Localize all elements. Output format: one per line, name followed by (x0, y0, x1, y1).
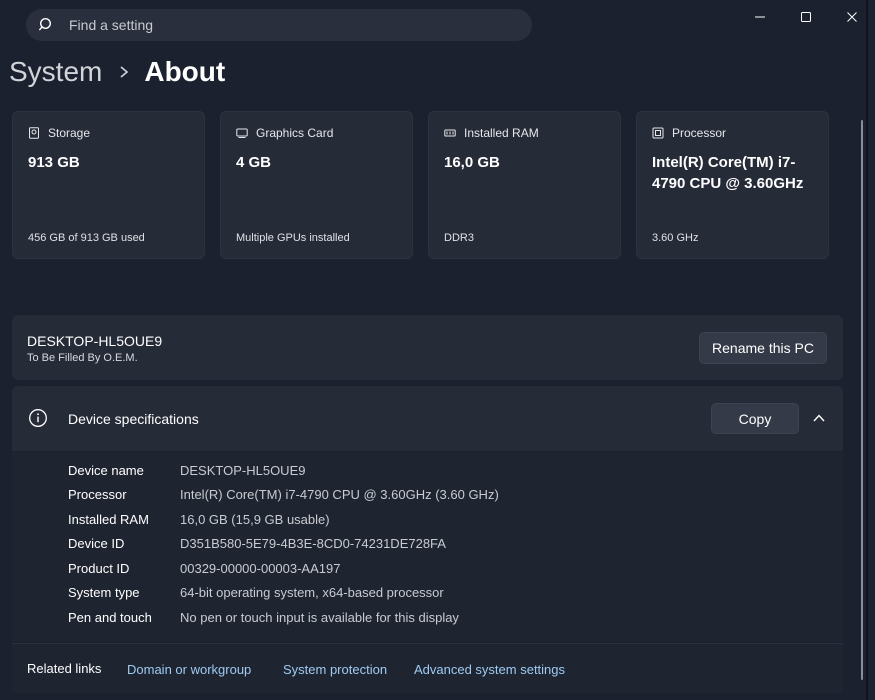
card-value: 16,0 GB (444, 154, 500, 171)
chevron-up-icon[interactable] (812, 411, 826, 425)
ram-icon (444, 129, 456, 137)
card-value: 913 GB (28, 154, 80, 171)
card-subtext: 3.60 GHz (652, 232, 699, 244)
scrollbar[interactable] (861, 120, 863, 680)
storage-card[interactable]: Storage 913 GB 456 GB of 913 GB used (12, 111, 205, 259)
spec-value: D351B580-5E79-4B3E-8CD0-74231DE728FA (180, 536, 446, 551)
search-input[interactable]: Find a setting (69, 17, 153, 33)
ram-card[interactable]: Installed RAM 16,0 GB DDR3 (428, 111, 621, 259)
card-title: Storage (48, 126, 91, 140)
chevron-right-icon (120, 66, 129, 78)
breadcrumb-system[interactable]: System (9, 56, 102, 88)
graphics-card-card[interactable]: Graphics Card 4 GB Multiple GPUs install… (220, 111, 413, 259)
maximize-button[interactable] (783, 0, 829, 34)
card-subtext: DDR3 (444, 232, 474, 244)
pc-name-panel: DESKTOP-HL5OUE9 To Be Filled By O.E.M. R… (12, 315, 843, 380)
spec-row-product-id: Product ID 00329-00000-00003-AA197 (68, 561, 340, 576)
breadcrumb: System About (9, 56, 225, 88)
spec-value: 64-bit operating system, x64-based proce… (180, 585, 444, 600)
spec-row-system-type: System type 64-bit operating system, x64… (68, 585, 444, 600)
storage-icon (29, 127, 39, 139)
pc-name: DESKTOP-HL5OUE9 (27, 333, 163, 349)
spec-key: Device ID (68, 536, 125, 551)
related-links-label: Related links (27, 661, 102, 676)
rename-pc-button[interactable]: Rename this PC (699, 332, 827, 364)
card-title: Graphics Card (256, 126, 334, 140)
window-controls (737, 0, 875, 34)
spec-key: Pen and touch (68, 610, 152, 625)
related-links: Related links Domain or workgroup System… (12, 643, 843, 693)
pc-model: To Be Filled By O.E.M. (27, 352, 138, 364)
close-icon (847, 12, 857, 22)
device-specifications-list: Device name DESKTOP-HL5OUE9 Processor In… (12, 452, 843, 642)
spec-key: Product ID (68, 561, 130, 576)
spec-value: 16,0 GB (15,9 GB usable) (180, 512, 330, 527)
card-title: Processor (672, 126, 727, 140)
graphics-card-icon (236, 128, 248, 138)
spec-key: System type (68, 585, 140, 600)
search-box[interactable]: Find a setting (26, 9, 532, 41)
card-value: 4 GB (236, 154, 272, 171)
search-icon (39, 17, 52, 31)
card-title: Installed RAM (464, 126, 539, 140)
minimize-button[interactable] (737, 0, 783, 34)
minimize-icon (755, 16, 765, 18)
processor-card[interactable]: Processor Intel(R) Core(TM) i7-4790 CPU … (636, 111, 829, 259)
window-edge (866, 0, 868, 700)
section-title: Device specifications (68, 411, 199, 427)
card-subtext: 456 GB of 913 GB used (28, 232, 145, 244)
spec-key: Installed RAM (68, 512, 149, 527)
spec-value: DESKTOP-HL5OUE9 (180, 463, 306, 478)
spec-row-installed-ram: Installed RAM 16,0 GB (15,9 GB usable) (68, 512, 330, 527)
spec-key: Device name (68, 463, 144, 478)
spec-row-device-id: Device ID D351B580-5E79-4B3E-8CD0-74231D… (68, 536, 446, 551)
device-specifications-header[interactable]: Device specifications Copy (12, 386, 843, 451)
spec-row-processor: Processor Intel(R) Core(TM) i7-4790 CPU … (68, 487, 499, 502)
system-protection-link[interactable]: System protection (283, 662, 387, 677)
maximize-icon (801, 12, 811, 22)
card-subtext: Multiple GPUs installed (236, 232, 350, 244)
processor-icon (652, 127, 664, 139)
copy-button[interactable]: Copy (711, 403, 799, 434)
domain-or-workgroup-link[interactable]: Domain or workgroup (127, 662, 251, 677)
spec-value: No pen or touch input is available for t… (180, 610, 459, 625)
spec-row-device-name: Device name DESKTOP-HL5OUE9 (68, 463, 305, 478)
spec-value: 00329-00000-00003-AA197 (180, 561, 341, 576)
page-title: About (144, 56, 226, 87)
advanced-system-settings-link[interactable]: Advanced system settings (414, 662, 565, 677)
close-button[interactable] (829, 0, 875, 34)
spec-value: Intel(R) Core(TM) i7-4790 CPU @ 3.60GHz … (180, 487, 499, 502)
info-icon (29, 409, 47, 427)
spec-key: Processor (68, 487, 127, 502)
spec-row-pen-and-touch: Pen and touch No pen or touch input is a… (68, 610, 459, 625)
card-value: Intel(R) Core(TM) i7-4790 CPU @ 3.60GHz (652, 154, 804, 192)
